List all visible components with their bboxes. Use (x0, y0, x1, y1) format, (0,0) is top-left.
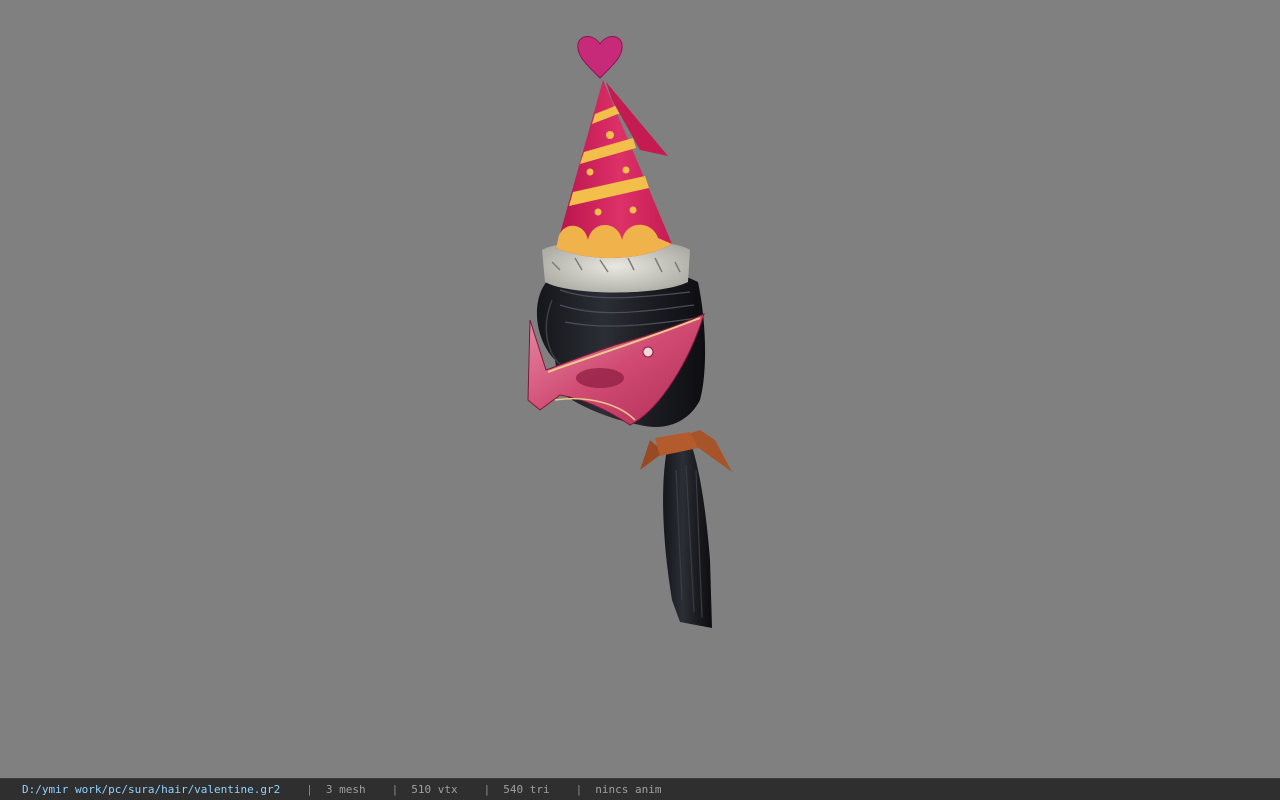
party-hat (556, 80, 672, 259)
status-separator: | (575, 783, 583, 796)
ponytail (663, 440, 712, 628)
model-render (527, 36, 732, 628)
status-separator: | (306, 783, 313, 796)
status-separator: | (483, 783, 491, 796)
vertex-count-label: 510 vtx (411, 783, 458, 796)
heart-topper (577, 36, 623, 79)
status-separator: | (391, 783, 399, 796)
file-path-label: D:/ymir work/pc/sura/hair/valentine.gr2 (22, 783, 281, 796)
animation-status-label: nincs anim (595, 783, 662, 796)
status-bar: D:/ymir work/pc/sura/hair/valentine.gr2 … (0, 778, 1280, 800)
mesh-count-label: 3 mesh (325, 783, 366, 796)
3d-viewport[interactable] (0, 0, 1280, 778)
triangle-count-label: 540 tri (503, 783, 550, 796)
model-viewer-window: D:/ymir work/pc/sura/hair/valentine.gr2 … (0, 0, 1280, 800)
